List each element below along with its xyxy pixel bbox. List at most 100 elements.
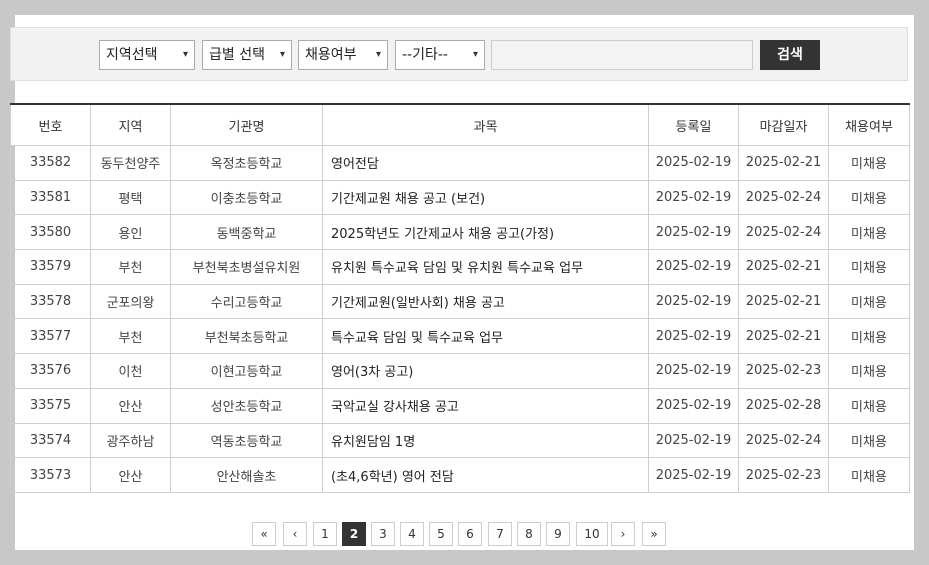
chevron-down-icon: ▾ [375,49,381,60]
hiring-status-select[interactable]: 채용여부 ▾ [298,40,388,70]
cell-deadline: 2025-02-24 [738,214,829,251]
cell-registered-date: 2025-02-19 [648,283,739,320]
table-row[interactable]: 33577 부천 부천북초등학교 특수교육 담임 및 특수교육 업무 2025-02-1… [10,318,910,355]
header-region: 지역 [90,103,171,146]
cell-institution: 역동초등학교 [170,422,323,459]
cell-hiring-status: 미채용 [828,249,910,285]
cell-registered-date: 2025-02-19 [648,249,739,285]
grade-select-value: 급별 선택 [209,47,265,63]
cell-hiring-status: 미채용 [828,422,910,459]
cell-registered-date: 2025-02-19 [648,179,739,216]
page-link[interactable]: 4 [400,522,424,546]
cell-number: 33577 [10,318,91,355]
cell-subject[interactable]: 영어(3차 공고) [322,353,649,389]
page-link[interactable]: 3 [371,522,395,546]
table-row[interactable]: 33581 평택 이충초등학교 기간제교원 채용 공고 (보건) 2025-02-19 2… [10,179,910,216]
cell-hiring-status: 미채용 [828,145,910,181]
cell-institution: 동백중학교 [170,214,323,251]
cell-hiring-status: 미채용 [828,457,910,493]
other-select[interactable]: --기타-- ▾ [395,40,485,70]
table-row[interactable]: 33575 안산 성안초등학교 국악교실 강사채용 공고 2025-02-19 2025-… [10,387,910,424]
keyword-input[interactable] [491,40,753,70]
page-link[interactable]: 6 [458,522,482,546]
cell-institution: 부천북초등학교 [170,318,323,355]
cell-deadline: 2025-02-24 [738,422,829,459]
cell-registered-date: 2025-02-19 [648,422,739,459]
cell-registered-date: 2025-02-19 [648,457,739,493]
table-row[interactable]: 33580 용인 동백중학교 2025학년도 기간제교사 채용 공고(가정) 2025-… [10,214,910,251]
cell-subject[interactable]: 국악교실 강사채용 공고 [322,387,649,424]
cell-deadline: 2025-02-24 [738,179,829,216]
cell-subject[interactable]: 유치원 특수교육 담임 및 유치원 특수교육 업무 [322,249,649,285]
cell-region: 군포의왕 [90,283,171,320]
job-board-panel: 지역선택 ▾ 급별 선택 ▾ 채용여부 ▾ --기타-- ▾ 검색 번호 지역 … [10,15,914,550]
cell-region: 안산 [90,387,171,424]
cell-subject[interactable]: 2025학년도 기간제교사 채용 공고(가정) [322,214,649,251]
page-link[interactable]: 1 [313,522,337,546]
cell-subject[interactable]: 기간제교원(일반사회) 채용 공고 [322,283,649,320]
cell-region: 부천 [90,249,171,285]
cell-deadline: 2025-02-28 [738,387,829,424]
cell-institution: 성안초등학교 [170,387,323,424]
cell-subject[interactable]: (초4,6학년) 영어 전담 [322,457,649,493]
cell-hiring-status: 미채용 [828,318,910,355]
cell-hiring-status: 미채용 [828,387,910,424]
other-select-value: --기타-- [402,47,448,63]
table-row[interactable]: 33576 이천 이현고등학교 영어(3차 공고) 2025-02-19 2025-02-… [10,353,910,389]
region-select[interactable]: 지역선택 ▾ [99,40,195,70]
cell-number: 33581 [10,179,91,216]
cell-subject[interactable]: 특수교육 담임 및 특수교육 업무 [322,318,649,355]
cell-number: 33582 [10,145,91,181]
table-row[interactable]: 33574 광주하남 역동초등학교 유치원담임 1명 2025-02-19 2025-02… [10,422,910,459]
hiring-select-value: 채용여부 [305,47,357,63]
header-deadline: 마감일자 [738,103,829,146]
page-link[interactable]: 5 [429,522,453,546]
cell-hiring-status: 미채용 [828,179,910,216]
cell-hiring-status: 미채용 [828,283,910,320]
first-page-button[interactable]: « [252,522,276,546]
page-link-current[interactable]: 2 [342,522,366,546]
cell-region: 평택 [90,179,171,216]
cell-subject[interactable]: 유치원담임 1명 [322,422,649,459]
chevron-down-icon: ▾ [182,49,188,60]
prev-page-button[interactable]: ‹ [283,522,307,546]
next-page-button[interactable]: › [611,522,635,546]
cell-number: 33574 [10,422,91,459]
cell-registered-date: 2025-02-19 [648,214,739,251]
grade-select[interactable]: 급별 선택 ▾ [202,40,292,70]
page-link[interactable]: 10 [576,522,608,546]
cell-deadline: 2025-02-21 [738,283,829,320]
cell-region: 용인 [90,214,171,251]
chevron-down-icon: ▾ [472,49,478,60]
cell-region: 부천 [90,318,171,355]
cell-region: 안산 [90,457,171,493]
cell-region: 광주하남 [90,422,171,459]
cell-deadline: 2025-02-23 [738,457,829,493]
chevron-down-icon: ▾ [279,49,285,60]
cell-subject[interactable]: 기간제교원 채용 공고 (보건) [322,179,649,216]
cell-institution: 옥정초등학교 [170,145,323,181]
cell-deadline: 2025-02-21 [738,249,829,285]
cell-number: 33579 [10,249,91,285]
cell-subject[interactable]: 영어전담 [322,145,649,181]
last-page-button[interactable]: » [642,522,666,546]
cell-hiring-status: 미채용 [828,353,910,389]
cell-institution: 안산해솔초 [170,457,323,493]
cell-registered-date: 2025-02-19 [648,318,739,355]
page-link[interactable]: 9 [546,522,570,546]
page-link[interactable]: 7 [488,522,512,546]
cell-number: 33578 [10,283,91,320]
cell-deadline: 2025-02-23 [738,353,829,389]
cell-institution: 이충초등학교 [170,179,323,216]
header-registered-date: 등록일 [648,103,739,146]
cell-registered-date: 2025-02-19 [648,353,739,389]
table-row[interactable]: 33573 안산 안산해솔초 (초4,6학년) 영어 전담 2025-02-19 2025… [10,457,910,493]
page-link[interactable]: 8 [517,522,541,546]
header-number: 번호 [10,103,91,146]
filter-bar: 지역선택 ▾ 급별 선택 ▾ 채용여부 ▾ --기타-- ▾ 검색 [10,27,908,81]
table-row[interactable]: 33582 동두천양주 옥정초등학교 영어전담 2025-02-19 2025-02-21… [10,145,910,181]
table-row[interactable]: 33579 부천 부천북초병설유치원 유치원 특수교육 담임 및 유치원 특수교육 업… [10,249,910,285]
table-row[interactable]: 33578 군포의왕 수리고등학교 기간제교원(일반사회) 채용 공고 2025-02-… [10,283,910,320]
cell-hiring-status: 미채용 [828,214,910,251]
search-button[interactable]: 검색 [760,40,820,70]
